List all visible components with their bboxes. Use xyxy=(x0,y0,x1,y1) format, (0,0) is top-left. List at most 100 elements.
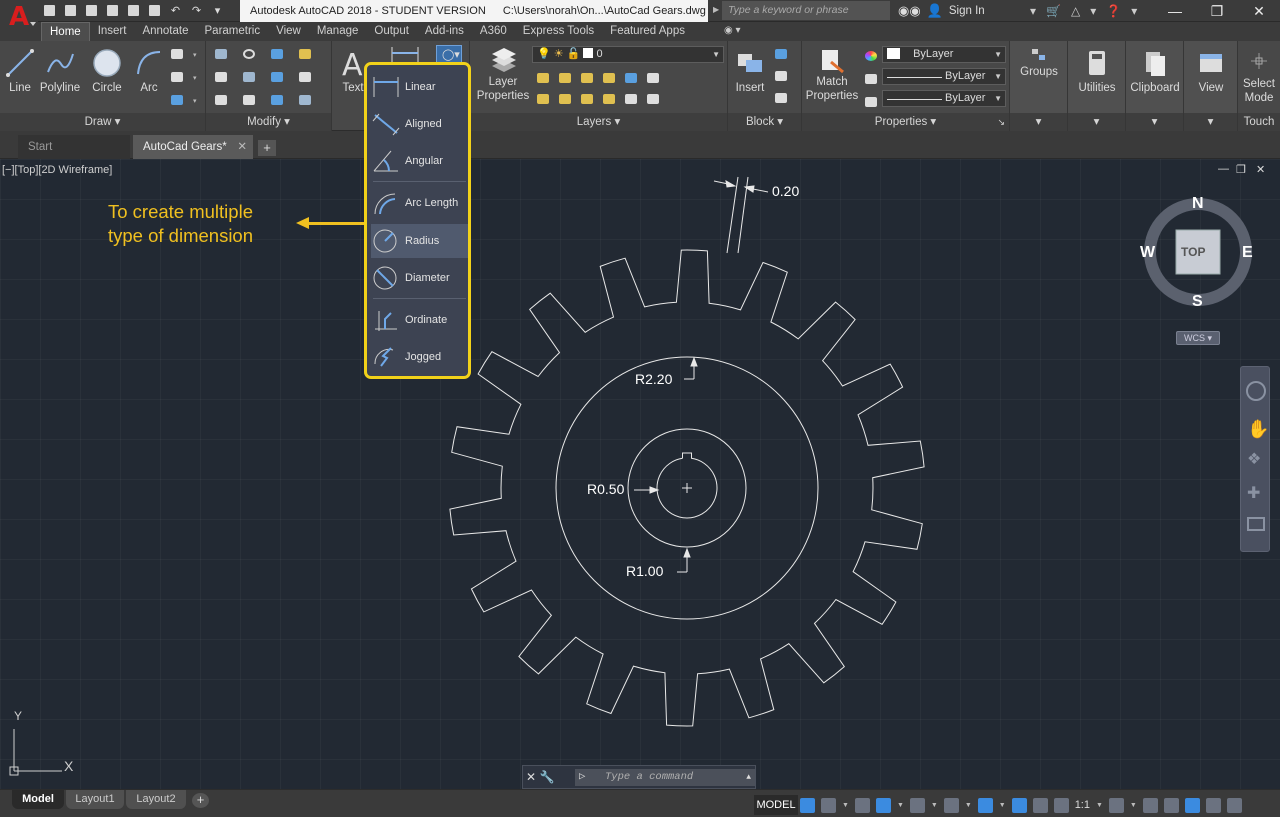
select-mode-button[interactable]: Select Mode xyxy=(1238,45,1280,105)
plot-icon[interactable] xyxy=(147,3,162,18)
add-layout-button[interactable]: + xyxy=(192,793,209,808)
chevron-down-icon[interactable]: ▾ xyxy=(190,70,204,84)
hatch-icon[interactable] xyxy=(170,70,184,84)
sign-in-label[interactable]: Sign In xyxy=(949,5,985,17)
layout-tab-layout2[interactable]: Layout2 xyxy=(126,790,186,809)
layer-thaw-icon[interactable] xyxy=(580,92,594,106)
auto-scale-icon[interactable] xyxy=(1032,797,1048,813)
dimension-mid-radius-label[interactable]: R1.00 xyxy=(626,563,663,579)
save-as-icon[interactable] xyxy=(105,3,120,18)
array-icon[interactable] xyxy=(270,93,284,107)
layer-copy-icon[interactable] xyxy=(646,71,660,85)
layer-match-icon[interactable] xyxy=(624,71,638,85)
region-icon[interactable] xyxy=(170,93,184,107)
tab-output[interactable]: Output xyxy=(366,22,417,41)
chevron-down-icon[interactable]: ▾ xyxy=(1131,4,1137,18)
chevron-down-icon[interactable]: ▼ xyxy=(1130,802,1137,809)
steering-wheel-icon[interactable] xyxy=(1246,381,1266,401)
layer-lock-icon[interactable] xyxy=(602,71,616,85)
menu-item-diameter[interactable]: Diameter xyxy=(371,261,468,295)
dimension-dropdown-button[interactable]: ◯▾ xyxy=(436,45,462,63)
draw-panel-title[interactable]: Draw ▾ xyxy=(0,113,205,131)
tab-home[interactable]: Home xyxy=(41,22,90,41)
offset-icon[interactable] xyxy=(298,93,312,107)
new-tab-button[interactable]: + xyxy=(258,140,276,156)
close-icon[interactable]: ✕ xyxy=(1238,0,1280,22)
chevron-down-icon[interactable]: ▾ xyxy=(1068,113,1125,131)
start-tab[interactable]: Start xyxy=(18,135,130,159)
layout-tab-layout1[interactable]: Layout1 xyxy=(66,790,124,809)
ortho-icon[interactable] xyxy=(854,797,870,813)
isodraft-icon[interactable] xyxy=(909,797,925,813)
a360-icon[interactable]: △ xyxy=(1071,4,1080,18)
layer-off-icon[interactable] xyxy=(536,71,550,85)
match-properties-button[interactable]: Match Properties xyxy=(804,47,860,103)
attribute-icon[interactable] xyxy=(774,91,788,105)
cart-icon[interactable]: 🛒 xyxy=(1046,4,1061,18)
layer-walk-icon[interactable] xyxy=(646,92,660,106)
polyline-button[interactable]: Polyline xyxy=(38,45,82,95)
application-menu-button[interactable]: A xyxy=(0,0,38,34)
showmotion-icon[interactable] xyxy=(1247,517,1265,531)
viewcube[interactable]: TOP N S E W xyxy=(1140,195,1255,310)
restore-icon[interactable]: ❐ xyxy=(1196,0,1238,22)
explode-icon[interactable] xyxy=(298,70,312,84)
panel-launcher-icon[interactable]: ↘ xyxy=(997,113,1005,131)
save-icon[interactable] xyxy=(84,3,99,18)
color-wheel-icon[interactable] xyxy=(864,49,878,63)
clean-screen-icon[interactable] xyxy=(1205,797,1221,813)
copy-icon[interactable] xyxy=(214,70,228,84)
close-icon[interactable]: ✕ xyxy=(237,135,247,159)
chevron-up-icon[interactable]: ▲ xyxy=(746,769,751,786)
trim-icon[interactable] xyxy=(270,47,284,61)
tab-annotate[interactable]: Annotate xyxy=(134,22,196,41)
annotation-scale-value[interactable]: 1:1 xyxy=(1075,799,1090,811)
arc-button[interactable]: Arc xyxy=(132,45,166,95)
layer-unisolate-icon[interactable] xyxy=(558,92,572,106)
search-input[interactable]: Type a keyword or phrase xyxy=(722,1,890,20)
customization-menu-icon[interactable] xyxy=(1226,797,1242,813)
properties-panel-title[interactable]: Properties ▾ ↘ xyxy=(802,113,1009,131)
layer-isolate-icon[interactable] xyxy=(558,71,572,85)
help-icon[interactable]: ❓ xyxy=(1106,4,1121,18)
minimize-icon[interactable]: — xyxy=(1154,0,1196,22)
search-expand-icon[interactable]: ▶ xyxy=(713,5,719,14)
chevron-down-icon[interactable]: ▼ xyxy=(999,802,1006,809)
customize-icon[interactable]: ▾ xyxy=(210,3,225,18)
menu-item-aligned[interactable]: Aligned xyxy=(371,107,468,141)
view-panel[interactable]: View ▾ xyxy=(1184,41,1238,131)
chevron-down-icon[interactable]: ▼ xyxy=(931,802,938,809)
erase-icon[interactable] xyxy=(298,47,312,61)
model-space-button[interactable]: MODEL xyxy=(754,795,798,815)
polar-tracking-icon[interactable] xyxy=(875,797,891,813)
chevron-down-icon[interactable]: ▾ xyxy=(190,93,204,107)
dimension-width-label[interactable]: 0.20 xyxy=(772,183,799,199)
tab-view[interactable]: View xyxy=(268,22,309,41)
tab-add-ins[interactable]: Add-ins xyxy=(417,22,472,41)
chevron-down-icon[interactable]: ▾ xyxy=(1126,113,1183,131)
close-icon[interactable]: ✕ xyxy=(523,770,539,784)
drawing-tab[interactable]: AutoCad Gears* ✕ xyxy=(133,135,253,159)
ribbon-options-icon[interactable]: ◉ ▾ xyxy=(724,25,741,36)
lineweight-dropdown[interactable]: ByLayer ▼ xyxy=(882,90,1006,107)
tab-parametric[interactable]: Parametric xyxy=(197,22,269,41)
fillet-icon[interactable] xyxy=(270,70,284,84)
workspace-gear-icon[interactable] xyxy=(1108,797,1124,813)
move-icon[interactable] xyxy=(214,47,228,61)
groups-panel[interactable]: Groups ▾ xyxy=(1010,41,1068,131)
layer-dropdown[interactable]: 💡 ☀ 🔓 0 ▼ xyxy=(532,46,724,63)
redo-icon[interactable]: ↷ xyxy=(189,3,204,18)
dimension-outer-radius-label[interactable]: R2.20 xyxy=(635,371,672,387)
compass-north[interactable]: N xyxy=(1192,195,1204,213)
object-snap-tracking-icon[interactable] xyxy=(943,797,959,813)
mirror-icon[interactable] xyxy=(242,70,256,84)
create-block-icon[interactable] xyxy=(774,47,788,61)
menu-item-radius[interactable]: Radius xyxy=(371,224,468,258)
binoculars-icon[interactable]: ◉◉ xyxy=(898,3,921,19)
chevron-down-icon[interactable]: ▾ xyxy=(190,47,204,61)
chevron-down-icon[interactable]: ▼ xyxy=(897,802,904,809)
chevron-down-icon[interactable]: ▾ xyxy=(1184,113,1237,131)
units-icon[interactable] xyxy=(1163,797,1179,813)
compass-west[interactable]: W xyxy=(1140,244,1155,262)
lineweight-icon[interactable] xyxy=(864,95,878,109)
